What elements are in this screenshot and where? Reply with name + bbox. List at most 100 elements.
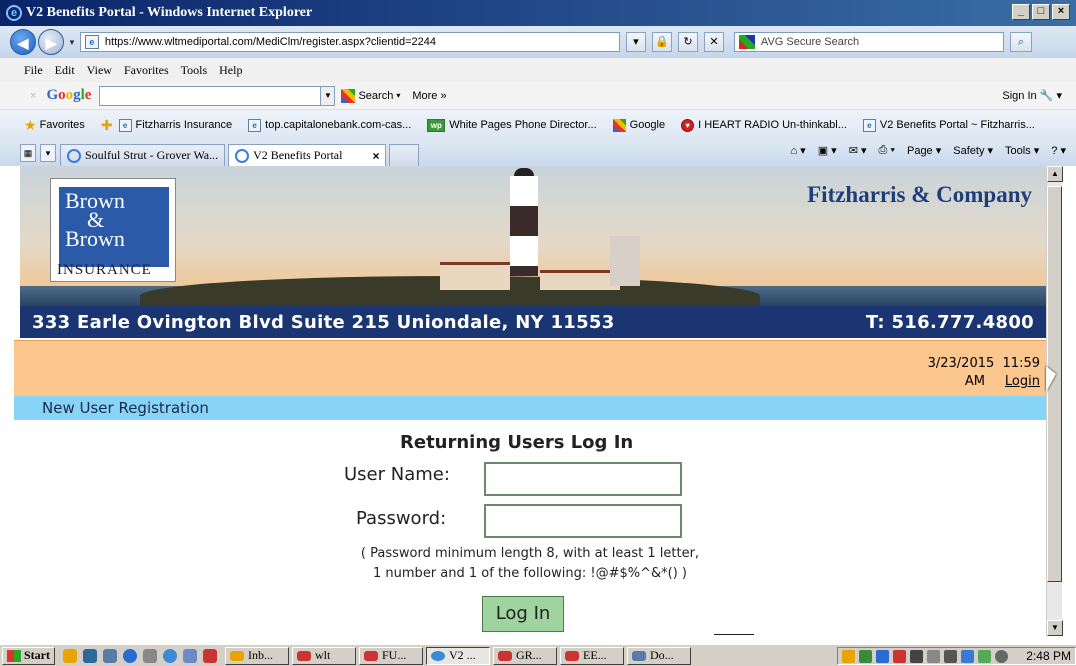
tab-soulful-strut[interactable]: Soulful Strut - Grover Wa... bbox=[60, 144, 226, 166]
password-hint: ( Password minimum length 8, with at lea… bbox=[360, 546, 700, 581]
favorite-item[interactable]: Google bbox=[612, 118, 665, 132]
tray-icon[interactable] bbox=[995, 649, 1009, 663]
feeds-icon[interactable]: ▣ ▾ bbox=[818, 144, 837, 157]
network-icon[interactable] bbox=[961, 649, 975, 663]
tools-menu[interactable]: Tools ▾ bbox=[1005, 144, 1039, 157]
lock-icon[interactable]: 🔒 bbox=[651, 32, 672, 52]
username-input[interactable] bbox=[484, 462, 682, 496]
url-text: https://www.wltmediportal.com/MediClm/re… bbox=[104, 36, 436, 48]
taskbar-button[interactable]: wlt bbox=[292, 646, 356, 665]
address-input[interactable]: e https://www.wltmediportal.com/MediClm/… bbox=[79, 32, 620, 52]
home-icon[interactable]: ⌂ ▾ bbox=[790, 144, 805, 157]
tray-icon[interactable] bbox=[842, 649, 856, 663]
ie-icon[interactable] bbox=[123, 648, 137, 663]
print-icon[interactable]: ⎙ ▾ bbox=[879, 144, 895, 157]
taskbar-button[interactable]: FU... bbox=[359, 646, 423, 665]
mail-icon[interactable]: ✉ ▾ bbox=[849, 144, 867, 157]
windows-flag-icon bbox=[7, 649, 21, 662]
taskbar-button[interactable]: EE... bbox=[560, 646, 624, 665]
start-button[interactable]: Start bbox=[2, 646, 55, 665]
google-search-button[interactable]: Search ▾ bbox=[341, 88, 400, 103]
vertical-scrollbar[interactable]: ▲ ▼ bbox=[1046, 166, 1063, 636]
outlook-icon[interactable] bbox=[63, 648, 77, 663]
tray-icon[interactable] bbox=[859, 649, 873, 663]
stop-icon[interactable]: ✕ bbox=[703, 32, 724, 52]
google-search-input[interactable] bbox=[99, 85, 322, 106]
favorites-button[interactable]: ★ Favorites bbox=[24, 117, 85, 134]
close-window-button[interactable]: × bbox=[1052, 4, 1070, 20]
menu-favorites[interactable]: Favorites bbox=[124, 63, 169, 78]
status-bar: 3/23/2015 11:59 AM Login bbox=[14, 340, 1046, 396]
window-title-bar: e V2 Benefits Portal - Windows Internet … bbox=[0, 0, 1076, 26]
taskbar-button[interactable]: GR... bbox=[493, 646, 557, 665]
new-user-registration-link[interactable]: New User Registration bbox=[42, 399, 209, 417]
ie-icon: e bbox=[6, 5, 22, 21]
tray-icon[interactable] bbox=[978, 649, 992, 663]
google-toolbar: × Google ▼ Search ▾ More » Sign In 🔧 ▾ bbox=[0, 82, 1076, 110]
minimize-button[interactable]: _ bbox=[1012, 4, 1030, 20]
recent-pages-dropdown[interactable]: ▼ bbox=[68, 38, 76, 47]
sign-in-button[interactable]: Sign In 🔧 ▾ bbox=[1002, 89, 1062, 102]
tower-image bbox=[610, 236, 640, 286]
page-icon: e bbox=[84, 35, 99, 49]
explorer-icon[interactable] bbox=[103, 648, 117, 663]
search-icon[interactable]: ⌕ bbox=[1009, 32, 1032, 52]
help-icon[interactable]: ? ▾ bbox=[1051, 144, 1066, 157]
ie-icon[interactable] bbox=[163, 648, 177, 663]
taskbar-button[interactable]: Inb... bbox=[225, 646, 289, 665]
safety-menu[interactable]: Safety ▾ bbox=[953, 144, 993, 157]
taskbar-button[interactable]: V2 ... bbox=[426, 646, 490, 665]
menu-view[interactable]: View bbox=[87, 63, 112, 78]
app-icon[interactable] bbox=[183, 648, 197, 663]
add-favorite-icon: ✚ bbox=[100, 116, 113, 133]
favorite-item[interactable]: wp White Pages Phone Director... bbox=[427, 118, 597, 132]
forward-button[interactable]: ▶ bbox=[38, 29, 64, 55]
tray-icon[interactable] bbox=[893, 649, 907, 663]
app-icon[interactable] bbox=[203, 648, 217, 663]
navigation-bar: ◀ ▶ ▼ e https://www.wltmediportal.com/Me… bbox=[0, 26, 1076, 58]
password-input[interactable] bbox=[484, 504, 682, 538]
app-icon[interactable] bbox=[143, 648, 157, 663]
system-tray: 2:48 PM bbox=[837, 647, 1076, 665]
office-address: 333 Earle Ovington Blvd Suite 215 Uniond… bbox=[32, 311, 615, 333]
close-toolbar-icon[interactable]: × bbox=[30, 90, 36, 102]
login-form: Returning Users Log In User Name: Passwo… bbox=[14, 420, 1046, 636]
tray-icon[interactable] bbox=[876, 649, 890, 663]
avg-search-input[interactable]: AVG Secure Search bbox=[733, 32, 1004, 52]
desktop-icon[interactable] bbox=[83, 648, 97, 663]
tab-list-dropdown[interactable]: ▾ bbox=[40, 144, 56, 162]
favorite-item[interactable]: e V2 Benefits Portal ~ Fitzharris... bbox=[862, 118, 1035, 132]
favorite-item[interactable]: ♥ I HEART RADIO Un-thinkabl... bbox=[681, 118, 847, 132]
refresh-icon[interactable]: ↻ bbox=[677, 32, 698, 52]
date-time: 3/23/2015 11:59 AM Login bbox=[927, 356, 1040, 389]
quick-tabs-button[interactable]: ▦ bbox=[20, 144, 36, 162]
login-link[interactable]: Login bbox=[1005, 374, 1040, 389]
favorite-item[interactable]: ✚ e Fitzharris Insurance bbox=[101, 117, 232, 134]
tray-icon[interactable] bbox=[910, 649, 924, 663]
taskbar-button[interactable]: Do... bbox=[627, 646, 691, 665]
page-menu[interactable]: Page ▾ bbox=[907, 144, 941, 157]
new-tab-button[interactable] bbox=[389, 144, 420, 166]
menu-edit[interactable]: Edit bbox=[55, 63, 75, 78]
volume-icon[interactable] bbox=[944, 649, 958, 663]
menu-tools[interactable]: Tools bbox=[181, 63, 208, 78]
more-button[interactable]: More » bbox=[412, 90, 446, 102]
scroll-up-icon[interactable]: ▲ bbox=[1047, 166, 1063, 182]
close-tab-icon[interactable]: × bbox=[372, 149, 379, 163]
maximize-button[interactable]: □ bbox=[1032, 4, 1050, 20]
menu-help[interactable]: Help bbox=[219, 63, 242, 78]
ie-page-icon: e bbox=[248, 118, 262, 132]
favorite-item[interactable]: e top.capitalonebank.com-cas... bbox=[248, 118, 411, 132]
section-header: New User Registration bbox=[14, 396, 1046, 420]
ie-page-icon: e bbox=[862, 118, 876, 132]
scroll-down-icon[interactable]: ▼ bbox=[1047, 620, 1063, 636]
tray-icon[interactable] bbox=[927, 649, 941, 663]
login-button[interactable]: Log In bbox=[482, 596, 564, 632]
google-search-dropdown[interactable]: ▼ bbox=[321, 85, 336, 106]
back-button[interactable]: ◀ bbox=[10, 29, 36, 55]
ie-icon bbox=[67, 148, 81, 163]
tab-v2-benefits[interactable]: V2 Benefits Portal × bbox=[228, 144, 387, 166]
address-dropdown-button[interactable]: ▾ bbox=[625, 32, 646, 52]
menu-file[interactable]: File bbox=[24, 63, 43, 78]
company-name: Fitzharris & Company bbox=[807, 182, 1032, 207]
